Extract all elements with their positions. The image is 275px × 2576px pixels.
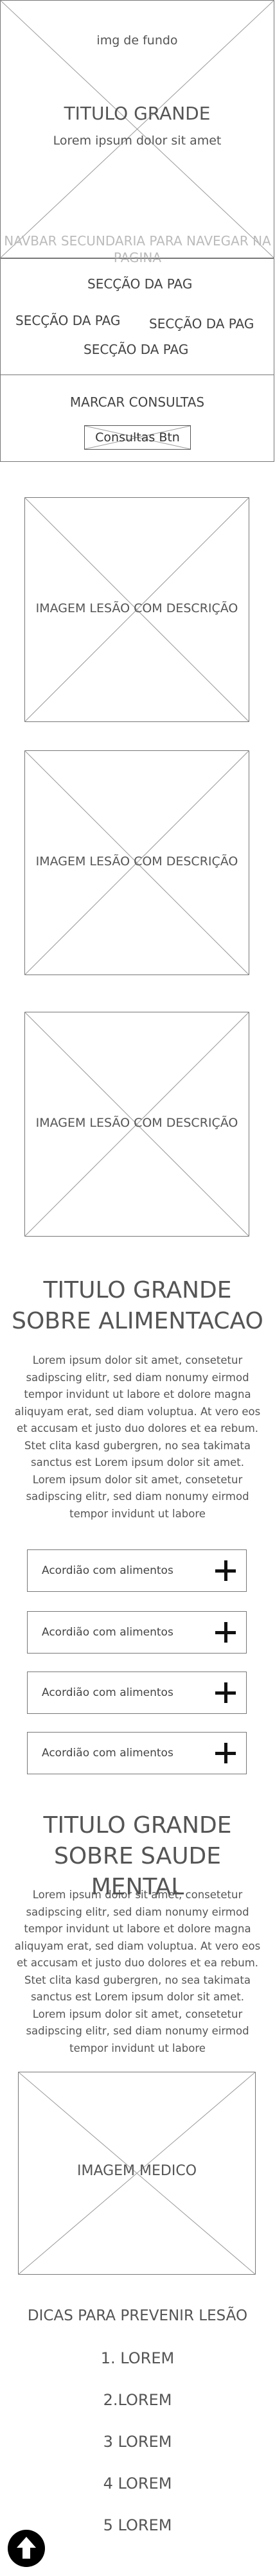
nav-link-section-2[interactable]: SECÇÃO DA PAG	[15, 313, 120, 328]
scroll-top-button[interactable]	[8, 2530, 45, 2567]
dica-item-1: 1. LOREM	[100, 2349, 175, 2367]
plus-icon[interactable]	[214, 1621, 237, 1644]
accordion-label: Acordião com alimentos	[42, 1747, 173, 1760]
lesion-image-3: IMAGEM LESÃO COM DESCRIÇÃO	[24, 1012, 249, 1237]
nav-link-section-4[interactable]: SECÇÃO DA PAG	[84, 342, 188, 357]
accordion-alimentos-1[interactable]: Acordião com alimentos	[27, 1549, 247, 1592]
alimentacao-text: Lorem ipsum dolor sit amet, consetetur s…	[14, 1354, 261, 1520]
medico-image-label: IMAGEM MEDICO	[76, 2163, 197, 2179]
accordion-alimentos-3[interactable]: Acordião com alimentos	[27, 1672, 247, 1714]
consultas-button-label: Consultas Btn	[95, 430, 180, 445]
lesion-image-label: IMAGEM LESÃO COM DESCRIÇÃO	[35, 601, 238, 615]
dica-item-2: 2.LOREM	[103, 2391, 172, 2409]
accordion-label: Acordião com alimentos	[42, 1626, 173, 1639]
nav-link-section-1[interactable]: SECÇÃO DA PAG	[87, 276, 192, 292]
hero-bg-label: img de fundo	[96, 33, 178, 48]
lesion-image-label: IMAGEM LESÃO COM DESCRIÇÃO	[35, 1116, 238, 1130]
hero-image-placeholder: img de fundo TITULO GRANDE Lorem ipsum d…	[0, 0, 274, 258]
dica-item-3: 3 LOREM	[103, 2433, 172, 2451]
lesion-image-label: IMAGEM LESÃO COM DESCRIÇÃO	[35, 854, 238, 869]
hero-title: TITULO GRANDE	[64, 103, 211, 124]
consultas-title: MARCAR CONSULTAS	[69, 394, 205, 410]
consultas-section: MARCAR CONSULTAS Consultas Btn	[0, 375, 274, 462]
plus-icon[interactable]	[214, 1742, 237, 1765]
nav-link-section-3[interactable]: SECÇÃO DA PAG	[149, 316, 254, 331]
plus-icon[interactable]	[214, 1559, 237, 1582]
consultas-button[interactable]: Consultas Btn	[84, 425, 191, 450]
accordion-label: Acordião com alimentos	[42, 1686, 173, 1699]
hero-subtitle: Lorem ipsum dolor sit amet	[53, 134, 222, 148]
lesion-image-2: IMAGEM LESÃO COM DESCRIÇÃO	[24, 750, 249, 975]
dica-item-4: 4 LOREM	[103, 2475, 172, 2492]
medico-image-placeholder: IMAGEM MEDICO	[18, 2072, 256, 2275]
accordion-alimentos-2[interactable]: Acordião com alimentos	[27, 1611, 247, 1654]
accordion-label: Acordião com alimentos	[42, 1564, 173, 1577]
lesion-image-1: IMAGEM LESÃO COM DESCRIÇÃO	[24, 497, 249, 722]
saude-mental-text: Lorem ipsum dolor sit amet, consetetur s…	[14, 1889, 261, 2054]
arrow-up-icon	[17, 2537, 36, 2559]
alimentacao-title: TITULO GRANDE SOBRE ALIMENTACAO	[12, 1277, 263, 1334]
accordion-alimentos-4[interactable]: Acordião com alimentos	[27, 1732, 247, 1774]
plus-icon[interactable]	[214, 1681, 237, 1704]
dicas-title: DICAS PARA PREVENIR LESÃO	[27, 2307, 248, 2324]
